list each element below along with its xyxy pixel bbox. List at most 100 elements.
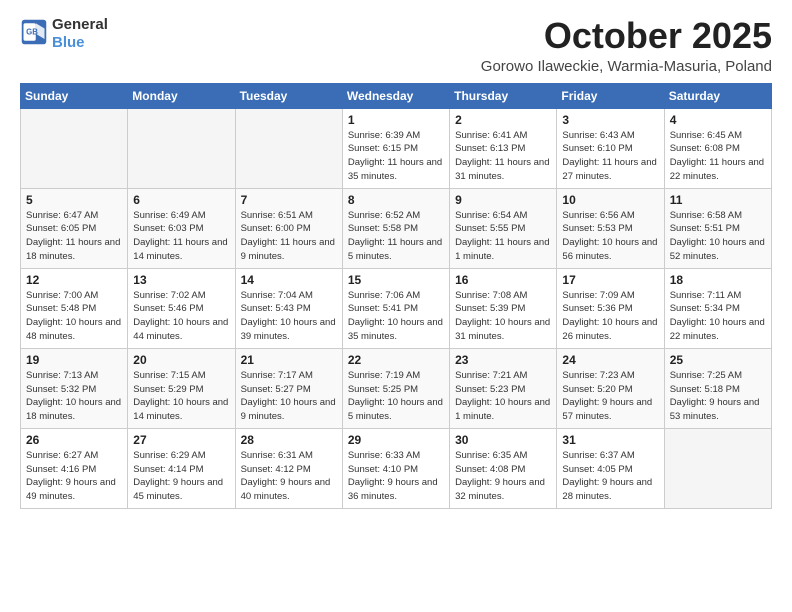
day-number: 23 [455, 353, 551, 367]
day-info: Sunrise: 6:47 AMSunset: 6:05 PMDaylight:… [26, 209, 122, 264]
logo-general: General [52, 16, 108, 33]
day-info: Sunrise: 7:15 AMSunset: 5:29 PMDaylight:… [133, 369, 229, 424]
day-cell: 15 Sunrise: 7:06 AMSunset: 5:41 PMDayligh… [342, 268, 449, 348]
day-info: Sunrise: 7:04 AMSunset: 5:43 PMDaylight:… [241, 289, 337, 344]
day-cell: 10 Sunrise: 6:56 AMSunset: 5:53 PMDayligh… [557, 188, 664, 268]
day-info: Sunrise: 6:58 AMSunset: 5:51 PMDaylight:… [670, 209, 766, 264]
logo-blue: Blue [52, 34, 85, 51]
day-number: 27 [133, 433, 229, 447]
day-cell: 27Sunrise: 6:29 AMSunset: 4:14 PMDayligh… [128, 428, 235, 508]
day-number: 7 [241, 193, 337, 207]
day-number: 12 [26, 273, 122, 287]
day-cell [128, 108, 235, 188]
day-cell: 31Sunrise: 6:37 AMSunset: 4:05 PMDayligh… [557, 428, 664, 508]
calendar-title: October 2025 [481, 16, 772, 56]
day-number: 10 [562, 193, 658, 207]
day-number: 6 [133, 193, 229, 207]
svg-text:GB: GB [26, 27, 38, 36]
day-info: Sunrise: 6:45 AMSunset: 6:08 PMDaylight:… [670, 129, 766, 184]
day-cell: 9 Sunrise: 6:54 AMSunset: 5:55 PMDaylight… [450, 188, 557, 268]
day-info: Sunrise: 7:11 AMSunset: 5:34 PMDaylight:… [670, 289, 766, 344]
day-info: Sunrise: 7:25 AMSunset: 5:18 PMDaylight:… [670, 369, 766, 424]
day-cell: 30Sunrise: 6:35 AMSunset: 4:08 PMDayligh… [450, 428, 557, 508]
day-number: 30 [455, 433, 551, 447]
day-number: 8 [348, 193, 444, 207]
col-header-friday: Friday [557, 83, 664, 108]
title-block: October 2025 Gorowo Ilaweckie, Warmia-Ma… [481, 16, 772, 75]
day-cell: 26 Sunrise: 6:27 AMSunset: 4:16 PMDayligh… [21, 428, 128, 508]
day-cell: 19Sunrise: 7:13 AMSunset: 5:32 PMDayligh… [21, 348, 128, 428]
day-info: Sunrise: 6:49 AMSunset: 6:03 PMDaylight:… [133, 209, 229, 264]
day-info: Sunrise: 6:27 AMSunset: 4:16 PMDaylight:… [26, 449, 122, 504]
day-info: Sunrise: 7:17 AMSunset: 5:27 PMDaylight:… [241, 369, 337, 424]
header: GB General Blue October 2025 Gorowo Ilaw… [20, 16, 772, 75]
day-number: 14 [241, 273, 337, 287]
week-row-4: 19Sunrise: 7:13 AMSunset: 5:32 PMDayligh… [21, 348, 772, 428]
col-header-tuesday: Tuesday [235, 83, 342, 108]
day-number: 18 [670, 273, 766, 287]
calendar-table: SundayMondayTuesdayWednesdayThursdayFrid… [20, 83, 772, 509]
day-number: 5 [26, 193, 122, 207]
day-info: Sunrise: 7:06 AMSunset: 5:41 PMDaylight:… [348, 289, 444, 344]
logo-icon: GB [20, 18, 48, 51]
day-number: 15 [348, 273, 444, 287]
col-header-wednesday: Wednesday [342, 83, 449, 108]
day-number: 22 [348, 353, 444, 367]
day-number: 2 [455, 113, 551, 127]
day-cell: 17 Sunrise: 7:09 AMSunset: 5:36 PMDayligh… [557, 268, 664, 348]
col-header-saturday: Saturday [664, 83, 771, 108]
day-info: Sunrise: 6:56 AMSunset: 5:53 PMDaylight:… [562, 209, 658, 264]
day-cell: 8 Sunrise: 6:52 AMSunset: 5:58 PMDaylight… [342, 188, 449, 268]
day-info: Sunrise: 6:51 AMSunset: 6:00 PMDaylight:… [241, 209, 337, 264]
day-info: Sunrise: 6:31 AMSunset: 4:12 PMDaylight:… [241, 449, 337, 504]
col-header-sunday: Sunday [21, 83, 128, 108]
day-info: Sunrise: 6:37 AMSunset: 4:05 PMDaylight:… [562, 449, 658, 504]
week-row-2: 5 Sunrise: 6:47 AMSunset: 6:05 PMDaylight… [21, 188, 772, 268]
day-info: Sunrise: 6:54 AMSunset: 5:55 PMDaylight:… [455, 209, 551, 264]
day-number: 17 [562, 273, 658, 287]
day-number: 21 [241, 353, 337, 367]
day-cell: 1Sunrise: 6:39 AMSunset: 6:15 PMDaylight… [342, 108, 449, 188]
day-info: Sunrise: 6:33 AMSunset: 4:10 PMDaylight:… [348, 449, 444, 504]
day-cell: 5 Sunrise: 6:47 AMSunset: 6:05 PMDaylight… [21, 188, 128, 268]
day-info: Sunrise: 7:23 AMSunset: 5:20 PMDaylight:… [562, 369, 658, 424]
calendar-subtitle: Gorowo Ilaweckie, Warmia-Masuria, Poland [481, 58, 772, 75]
day-cell: 4 Sunrise: 6:45 AMSunset: 6:08 PMDaylight… [664, 108, 771, 188]
day-number: 20 [133, 353, 229, 367]
week-row-3: 12 Sunrise: 7:00 AMSunset: 5:48 PMDayligh… [21, 268, 772, 348]
day-info: Sunrise: 6:52 AMSunset: 5:58 PMDaylight:… [348, 209, 444, 264]
day-cell [235, 108, 342, 188]
header-row: SundayMondayTuesdayWednesdayThursdayFrid… [21, 83, 772, 108]
day-info: Sunrise: 7:00 AMSunset: 5:48 PMDaylight:… [26, 289, 122, 344]
day-number: 29 [348, 433, 444, 447]
day-number: 3 [562, 113, 658, 127]
day-number: 9 [455, 193, 551, 207]
day-cell: 13Sunrise: 7:02 AMSunset: 5:46 PMDayligh… [128, 268, 235, 348]
day-number: 28 [241, 433, 337, 447]
day-cell: 29 Sunrise: 6:33 AMSunset: 4:10 PMDayligh… [342, 428, 449, 508]
day-info: Sunrise: 7:19 AMSunset: 5:25 PMDaylight:… [348, 369, 444, 424]
logo: GB General Blue [20, 16, 108, 52]
day-cell: 21 Sunrise: 7:17 AMSunset: 5:27 PMDayligh… [235, 348, 342, 428]
day-info: Sunrise: 7:02 AMSunset: 5:46 PMDaylight:… [133, 289, 229, 344]
day-cell: 25 Sunrise: 7:25 AMSunset: 5:18 PMDayligh… [664, 348, 771, 428]
day-number: 11 [670, 193, 766, 207]
day-number: 25 [670, 353, 766, 367]
day-cell: 11 Sunrise: 6:58 AMSunset: 5:51 PMDayligh… [664, 188, 771, 268]
day-cell: 12 Sunrise: 7:00 AMSunset: 5:48 PMDayligh… [21, 268, 128, 348]
week-row-1: 1Sunrise: 6:39 AMSunset: 6:15 PMDaylight… [21, 108, 772, 188]
day-info: Sunrise: 7:13 AMSunset: 5:32 PMDaylight:… [26, 369, 122, 424]
day-cell [21, 108, 128, 188]
day-cell: 20 Sunrise: 7:15 AMSunset: 5:29 PMDayligh… [128, 348, 235, 428]
day-number: 4 [670, 113, 766, 127]
day-info: Sunrise: 7:08 AMSunset: 5:39 PMDaylight:… [455, 289, 551, 344]
day-number: 26 [26, 433, 122, 447]
day-number: 16 [455, 273, 551, 287]
day-number: 24 [562, 353, 658, 367]
day-cell: 6 Sunrise: 6:49 AMSunset: 6:03 PMDaylight… [128, 188, 235, 268]
day-cell: 14 Sunrise: 7:04 AMSunset: 5:43 PMDayligh… [235, 268, 342, 348]
day-info: Sunrise: 7:09 AMSunset: 5:36 PMDaylight:… [562, 289, 658, 344]
day-info: Sunrise: 6:41 AMSunset: 6:13 PMDaylight:… [455, 129, 551, 184]
day-cell: 22 Sunrise: 7:19 AMSunset: 5:25 PMDayligh… [342, 348, 449, 428]
col-header-monday: Monday [128, 83, 235, 108]
